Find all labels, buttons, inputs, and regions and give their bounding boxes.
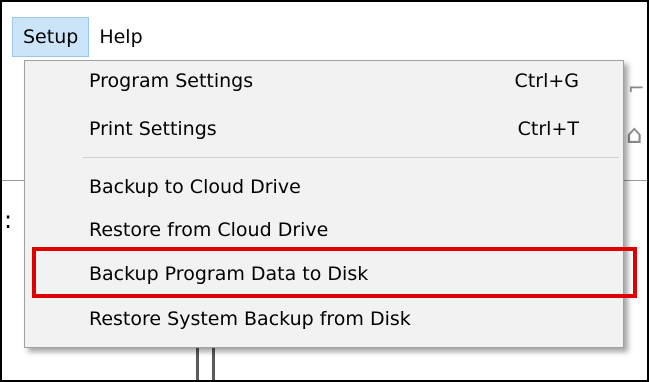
menubar-help[interactable]: Help bbox=[89, 17, 152, 57]
menu-item-restore-from-cloud-drive[interactable]: Restore from Cloud Drive bbox=[25, 212, 623, 248]
setup-dropdown-menu: Program Settings Ctrl+G Print Settings C… bbox=[24, 60, 624, 348]
menu-item-label: Print Settings bbox=[89, 118, 217, 140]
menu-item-restore-system-backup-from-disk[interactable]: Restore System Backup from Disk bbox=[25, 301, 623, 337]
menu-item-shortcut: Ctrl+T bbox=[517, 118, 579, 140]
background-arrow-icon: ⌂ bbox=[626, 120, 643, 150]
background-arrow-icon-top: ⌐ bbox=[628, 76, 645, 100]
background-splitter-right bbox=[212, 348, 215, 380]
menu-item-label: Program Settings bbox=[89, 70, 254, 92]
menu-item-label: Backup to Cloud Drive bbox=[89, 176, 301, 198]
menu-item-shortcut: Ctrl+G bbox=[514, 70, 579, 92]
menubar: Setup Help bbox=[12, 14, 153, 60]
menu-item-backup-to-cloud-drive[interactable]: Backup to Cloud Drive bbox=[25, 169, 623, 205]
menu-item-print-settings[interactable]: Print Settings Ctrl+T bbox=[25, 111, 623, 147]
menubar-setup[interactable]: Setup bbox=[12, 17, 90, 57]
menu-item-label: Restore System Backup from Disk bbox=[89, 308, 411, 330]
background-edge-glyph: : bbox=[4, 206, 13, 234]
background-splitter-left bbox=[196, 348, 199, 380]
window-divider-horizontal bbox=[2, 180, 24, 181]
menu-item-label: Restore from Cloud Drive bbox=[89, 219, 329, 241]
highlight-annotation-box bbox=[32, 247, 637, 298]
window-divider-horizontal-right bbox=[624, 180, 647, 181]
menu-separator bbox=[83, 157, 619, 158]
menu-item-program-settings[interactable]: Program Settings Ctrl+G bbox=[25, 63, 623, 99]
